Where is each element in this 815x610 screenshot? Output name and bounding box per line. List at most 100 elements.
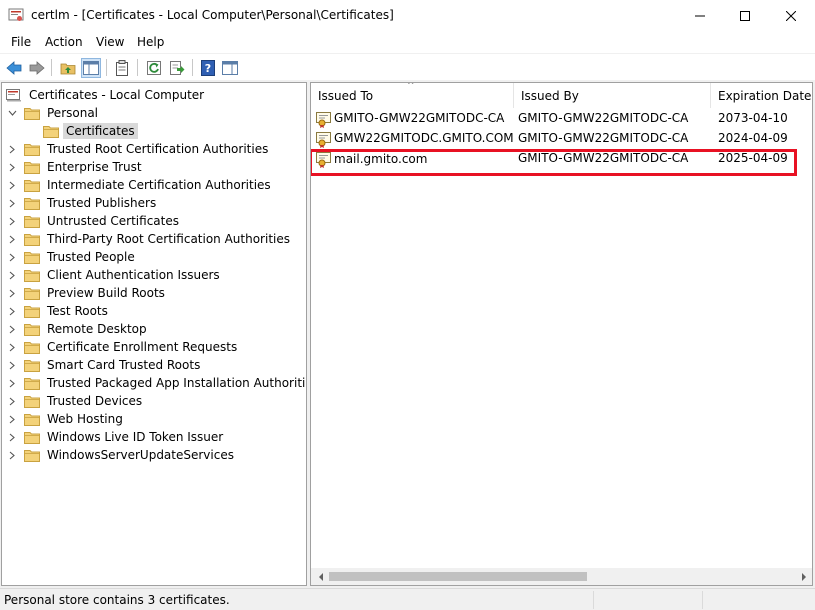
maximize-button[interactable] [722, 0, 768, 31]
scroll-right-arrow-icon[interactable] [798, 571, 809, 582]
expand-chevron-icon[interactable] [7, 252, 17, 262]
expand-chevron-icon[interactable] [7, 432, 17, 442]
menu-help[interactable]: Help [137, 35, 164, 49]
tree-item-smart-card-trusted-roots[interactable]: Smart Card Trusted Roots [7, 356, 203, 374]
scroll-left-arrow-icon[interactable] [315, 571, 326, 582]
cell-issued-to: GMITO-GMW22GMITODC-CA [334, 111, 505, 125]
tree-item-windowsserverupdateservices[interactable]: WindowsServerUpdateServices [7, 446, 237, 464]
tree-item-label: Certificate Enrollment Requests [47, 340, 238, 354]
cell-issued-to: GMW22GMITODC.GMITO.COM [334, 131, 514, 145]
column-label-issued-to: Issued To [318, 88, 374, 103]
expand-chevron-icon[interactable] [7, 144, 17, 154]
tree-item-preview-build-roots[interactable]: Preview Build Roots [7, 284, 168, 302]
expand-chevron-icon[interactable] [7, 360, 17, 370]
tree-item-trusted-root-certification-authorities[interactable]: Trusted Root Certification Authorities [7, 140, 271, 158]
expand-chevron-icon[interactable] [7, 180, 17, 190]
tree-item-label: Trusted Devices [47, 394, 143, 408]
tree-item-label: Untrusted Certificates [47, 214, 179, 228]
highlight-box [311, 149, 797, 176]
show-hide-console-tree-icon [83, 61, 99, 75]
tree-item-enterprise-trust[interactable]: Enterprise Trust [7, 158, 145, 176]
tree-item-trusted-packaged-app-installation-authorities[interactable]: Trusted Packaged App Installation Author… [7, 374, 307, 392]
folder-icon [24, 448, 40, 462]
expand-chevron-icon[interactable] [7, 324, 17, 334]
expand-chevron-icon[interactable] [7, 450, 17, 460]
back-icon [6, 61, 22, 75]
help-button[interactable]: ? [198, 58, 218, 78]
properties-button[interactable] [112, 58, 132, 78]
expand-chevron-icon[interactable] [7, 396, 17, 406]
horizontal-scrollbar[interactable] [311, 568, 812, 585]
tree-item-label: Personal [47, 106, 99, 120]
back-button[interactable] [4, 58, 24, 78]
collapse-chevron-icon[interactable] [7, 108, 17, 118]
minimize-icon [695, 15, 705, 16]
expand-chevron-icon[interactable] [7, 342, 17, 352]
certificate-store-icon [6, 88, 22, 102]
tree-item-client-authentication-issuers[interactable]: Client Authentication Issuers [7, 266, 223, 284]
column-header-issued-by[interactable]: Issued By [514, 83, 711, 108]
expand-chevron-icon[interactable] [7, 414, 17, 424]
refresh-button[interactable] [144, 58, 164, 78]
tree-item-personal[interactable]: Personal [7, 104, 101, 122]
up-folder-button[interactable] [58, 58, 78, 78]
tree-item-certificates[interactable]: Certificates [26, 122, 138, 140]
tree-root[interactable]: Certificates - Local Computer [6, 86, 207, 104]
help-icon: ? [201, 60, 215, 76]
tree-item-label: Web Hosting [47, 412, 123, 426]
expand-chevron-icon[interactable] [7, 270, 17, 280]
expand-chevron-icon[interactable] [7, 162, 17, 172]
export-list-button[interactable] [167, 58, 187, 78]
minimize-button[interactable] [677, 0, 723, 31]
tree-item-certificate-enrollment-requests[interactable]: Certificate Enrollment Requests [7, 338, 240, 356]
expand-chevron-icon[interactable] [7, 216, 17, 226]
expand-chevron-icon[interactable] [7, 288, 17, 298]
column-header-issued-to[interactable]: ^ Issued To [311, 83, 514, 108]
tree-item-trusted-devices[interactable]: Trusted Devices [7, 392, 145, 410]
tree-item-untrusted-certificates[interactable]: Untrusted Certificates [7, 212, 182, 230]
tree-item-windows-live-id-token-issuer[interactable]: Windows Live ID Token Issuer [7, 428, 226, 446]
tree-item-label: Smart Card Trusted Roots [47, 358, 201, 372]
tree-item-web-hosting[interactable]: Web Hosting [7, 410, 126, 428]
title-bar: certlm - [Certificates - Local Computer\… [0, 0, 815, 31]
folder-icon [24, 322, 40, 336]
tree-item-remote-desktop[interactable]: Remote Desktop [7, 320, 150, 338]
forward-button[interactable] [27, 58, 47, 78]
toolbar-separator [192, 59, 193, 76]
column-label-issued-by: Issued By [521, 88, 579, 103]
scrollbar-thumb[interactable] [329, 572, 587, 581]
cell-issued-by: GMITO-GMW22GMITODC-CA [518, 111, 689, 125]
tree-item-intermediate-certification-authorities[interactable]: Intermediate Certification Authorities [7, 176, 274, 194]
close-button[interactable] [768, 0, 814, 31]
up-folder-icon [60, 63, 76, 75]
certificate-icon [315, 110, 333, 128]
tree-item-trusted-publishers[interactable]: Trusted Publishers [7, 194, 159, 212]
certificate-icon [315, 130, 333, 148]
properties-icon [116, 60, 128, 76]
expand-chevron-icon[interactable] [7, 306, 17, 316]
folder-icon [24, 214, 40, 228]
status-bar: Personal store contains 3 certificates. [0, 588, 815, 610]
table-row[interactable]: GMITO-GMW22GMITODC-CA GMITO-GMW22GMITODC-… [311, 109, 811, 129]
status-panel [593, 591, 594, 609]
expand-chevron-icon[interactable] [7, 234, 17, 244]
tree-item-trusted-people[interactable]: Trusted People [7, 248, 138, 266]
folder-icon [24, 340, 40, 354]
menu-action[interactable]: Action [45, 35, 83, 49]
show-action-pane-button[interactable] [220, 58, 240, 78]
tree-item-label: WindowsServerUpdateServices [47, 448, 234, 462]
tree-item-third-party-root-certification-authorities[interactable]: Third-Party Root Certification Authoriti… [7, 230, 293, 248]
folder-icon [24, 268, 40, 282]
tree-item-test-roots[interactable]: Test Roots [7, 302, 111, 320]
expand-chevron-icon[interactable] [7, 378, 17, 388]
expand-chevron-icon[interactable] [7, 198, 17, 208]
folder-icon [24, 196, 40, 210]
tree-item-label: Trusted Packaged App Installation Author… [47, 376, 307, 390]
export-list-icon [170, 61, 185, 75]
column-header-expiration-date[interactable]: Expiration Date [711, 83, 812, 108]
menu-view[interactable]: View [96, 35, 124, 49]
table-row[interactable]: mail.gmito.com GMITO-GMW22GMITODC-CA 2025-… [311, 149, 811, 176]
table-row[interactable]: GMW22GMITODC.GMITO.COM GMITO-GMW22GMITODC… [311, 129, 811, 149]
menu-file[interactable]: File [11, 35, 31, 49]
show-hide-console-tree-button[interactable] [81, 58, 101, 78]
